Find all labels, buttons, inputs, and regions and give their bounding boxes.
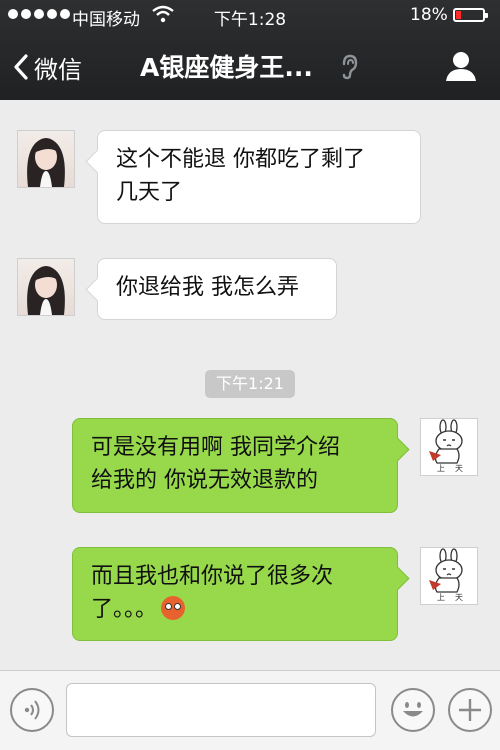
message-text-line: 而且我也和你说了很多次 [91,564,334,589]
ear-icon [342,54,358,80]
emoji-button[interactable] [391,688,435,732]
outgoing-message[interactable]: 可是没有用啊 我同学介绍 给我的 你说无效退款的 [72,418,398,513]
more-button[interactable] [448,688,492,732]
sticker-caption: 天 [455,464,463,473]
message-text-line: 这个不能退 你都吃了剩了 [116,147,365,172]
contact-avatar[interactable] [17,258,75,316]
outgoing-message[interactable]: 而且我也和你说了很多次 了。。。 [72,547,398,641]
message-text: 了。。。 [91,597,158,622]
voice-icon [24,700,40,720]
avatar-photo [27,138,65,187]
sticker-caption: 上 [437,464,445,473]
my-avatar[interactable]: 上 天 [420,418,478,476]
bunny-sticker-icon [429,548,463,593]
bunny-sticker-icon [429,419,463,464]
smiley-icon [403,702,423,717]
message-text-line: 给我的 你说无效退款的 [91,468,318,493]
input-bar [0,670,500,750]
battery-icon [453,8,488,22]
battery-percent: 18% [410,5,448,25]
nav-bar: 微信 A银座健身王... [0,32,500,100]
contact-avatar[interactable] [17,130,75,188]
back-button[interactable]: 微信 [14,49,82,85]
message-text-line: 了。。。 [91,593,379,626]
plus-icon [459,699,481,721]
message-input[interactable] [66,683,376,737]
timestamp: 下午1:21 [205,370,295,398]
sticker-caption: 天 [455,593,463,602]
blushing-face-emoji [161,596,186,620]
chat-title: A银座健身王... [140,53,313,82]
message-text-line: 几天了 [116,180,183,205]
person-icon[interactable] [445,50,477,82]
voice-button[interactable] [10,688,54,732]
message-text-line: 可是没有用啊 我同学介绍 [91,435,340,460]
status-bar: 中国移动 下午1:28 18% [0,0,500,32]
back-label: 微信 [34,55,82,84]
battery-level [456,11,461,19]
sticker-caption: 上 [437,593,445,602]
header: 中国移动 下午1:28 18% 微信 A银座健身王... [0,0,500,100]
chevron-left-icon [14,54,28,80]
avatar-photo [27,266,65,315]
incoming-message[interactable]: 你退给我 我怎么弄 [97,258,337,320]
message-text-line: 你退给我 我怎么弄 [116,275,299,300]
my-avatar[interactable]: 上 天 [420,547,478,605]
incoming-message[interactable]: 这个不能退 你都吃了剩了 几天了 [97,130,421,224]
